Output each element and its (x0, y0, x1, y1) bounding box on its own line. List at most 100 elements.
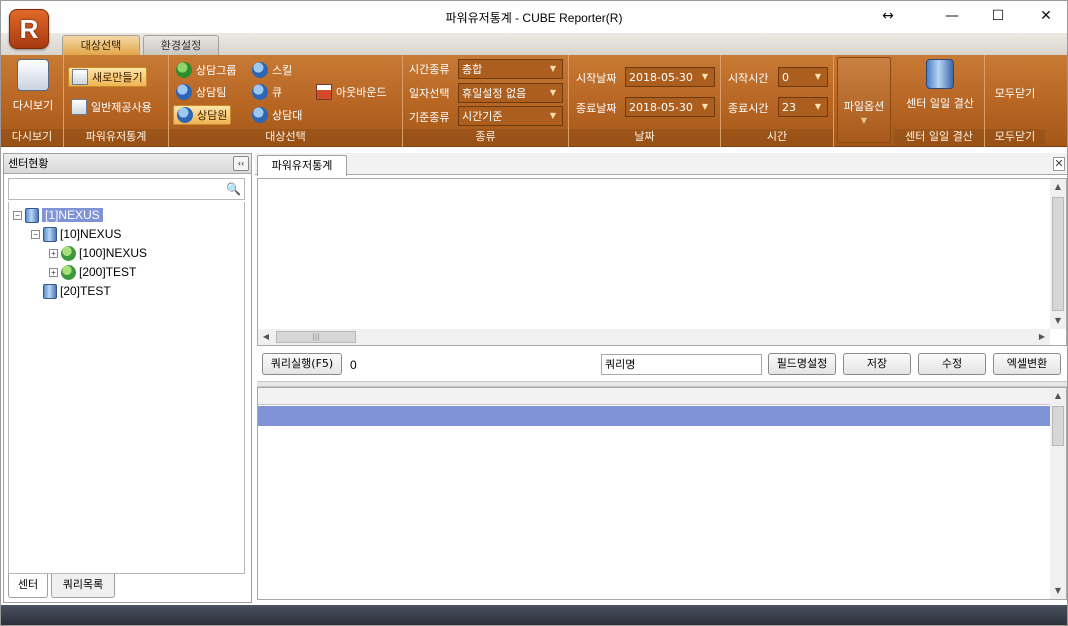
report-magnifier-icon (17, 59, 49, 91)
server-icon (43, 283, 57, 299)
ribbon: 다시보기 다시보기 새로만들기 일반제공사용 파워유저통계 상담그룹 상담팀 상… (1, 55, 1067, 147)
server-icon (25, 207, 39, 223)
query-toolbar: 쿼리실행(F5) 0 쿼리명 필드명설정 저장 수정 엑셀변환 (257, 348, 1067, 380)
time-kind-select[interactable]: 총합 ▼ (458, 59, 563, 79)
expand-toggle[interactable]: + (49, 248, 58, 258)
group-power-user-stats: 새로만들기 일반제공사용 파워유저통계 (64, 55, 169, 147)
scroll-thumb[interactable] (1052, 406, 1064, 446)
target-station-button[interactable]: 상담대 (249, 105, 305, 125)
tree-search-input[interactable]: 🔍 (8, 178, 245, 200)
document-tab-strip: 파워유저통계 ✕ (255, 153, 1067, 176)
tree-node[interactable]: [20]TEST (43, 282, 111, 300)
end-hour-select[interactable]: 23 ▼ (778, 97, 828, 117)
scroll-up-icon[interactable]: ▲ (1050, 388, 1066, 404)
calendar-icon (316, 84, 332, 100)
center-status-panel: 센터현황 ‹‹ 🔍 − [1]NEXUS − [10]NEXUS + [100]… (3, 153, 252, 603)
result-count: 0 (350, 358, 357, 372)
tree-node[interactable]: − [10]NEXUS (31, 225, 121, 243)
expand-toggle[interactable]: + (49, 267, 58, 277)
target-queue-button[interactable]: 큐 (249, 82, 285, 102)
group-view: 다시보기 다시보기 (1, 55, 64, 147)
collapse-toggle[interactable]: − (31, 229, 40, 239)
chevron-down-icon: ▼ (701, 102, 709, 111)
tree-node[interactable]: + [200]TEST (49, 263, 136, 281)
app-logo-icon[interactable]: R (9, 9, 49, 49)
skill-icon (252, 62, 268, 78)
group-icon (61, 245, 76, 261)
base-kind-select[interactable]: 시간기준 ▼ (458, 106, 563, 126)
group-center-daily-settlement: 센터 일일 결산 센터 일일 결산 (894, 55, 985, 147)
target-agent-team-button[interactable]: 상담팀 (173, 82, 229, 102)
result-grid[interactable]: ▲ ▼ ◀ ||| ▶ (257, 178, 1067, 346)
scroll-down-icon[interactable]: ▼ (1050, 313, 1066, 329)
status-bar (1, 605, 1067, 625)
selected-row[interactable] (258, 406, 1050, 426)
tab-power-user-stats[interactable]: 파워유저통계 (257, 155, 347, 176)
new-document-icon (72, 69, 88, 85)
group-target-select: 상담그룹 상담팀 상담원 스킬 큐 상담대 아웃바운드 대상선택 (169, 55, 403, 147)
tab-target-select[interactable]: 대상선택 (62, 35, 140, 55)
start-date-picker[interactable]: 2018-05-30 ▼ (625, 67, 715, 87)
group-close-all: 모두닫기 모두닫기 (985, 55, 1045, 147)
chevron-down-icon: ▼ (549, 64, 557, 73)
group-kind: 시간종류 총합 ▼ 일자선택 휴일설정 없음 ▼ 기준종류 시간기준 ▼ 종류 (403, 55, 569, 147)
tree-node[interactable]: − [1]NEXUS (13, 206, 103, 224)
chevron-down-icon: ▼ (814, 102, 822, 111)
tab-settings[interactable]: 환경설정 (143, 35, 219, 55)
file-options-button[interactable]: 파일옵션 ▼ (837, 57, 891, 143)
excel-export-button[interactable]: 엑셀변환 (993, 353, 1061, 375)
end-date-picker[interactable]: 2018-05-30 ▼ (625, 97, 715, 117)
collapse-panel-button[interactable]: ‹‹ (233, 156, 249, 171)
scroll-left-icon[interactable]: ◀ (258, 329, 274, 345)
query-name-input[interactable]: 쿼리명 (601, 354, 762, 375)
target-skill-button[interactable]: 스킬 (249, 60, 295, 80)
chevron-down-icon: ▼ (701, 72, 709, 81)
minimize-button[interactable]: — (937, 5, 967, 27)
new-query-button[interactable]: 새로만들기 (68, 67, 147, 87)
target-agent-group-button[interactable]: 상담그룹 (173, 60, 239, 80)
scroll-up-icon[interactable]: ▲ (1050, 179, 1066, 195)
search-icon[interactable]: 🔍 (226, 182, 241, 196)
horizontal-scrollbar[interactable]: ◀ ||| ▶ (258, 329, 1050, 345)
maximize-button[interactable]: ☐ (983, 5, 1013, 27)
ribbon-tab-strip: 대상선택 환경설정 (1, 33, 1067, 55)
date-select-select[interactable]: 휴일설정 없음 ▼ (458, 83, 563, 103)
vertical-scrollbar[interactable]: ▲ ▼ (1050, 388, 1066, 599)
queue-icon (252, 84, 268, 100)
close-all-button[interactable]: 모두닫기 (987, 85, 1043, 101)
station-icon (252, 107, 268, 123)
scroll-down-icon[interactable]: ▼ (1050, 583, 1066, 599)
agent-group-icon (176, 62, 192, 78)
reload-button[interactable]: 다시보기 (7, 59, 59, 113)
start-hour-select[interactable]: 0 ▼ (778, 67, 828, 87)
close-button[interactable]: ✕ (1031, 5, 1061, 27)
target-outbound-button[interactable]: 아웃바운드 (313, 82, 390, 102)
server-icon (43, 226, 57, 242)
vertical-scrollbar[interactable]: ▲ ▼ (1050, 179, 1066, 329)
scroll-right-icon[interactable]: ▶ (1034, 329, 1050, 345)
chevron-down-icon: ▼ (860, 116, 868, 125)
close-document-icon[interactable]: ✕ (1053, 157, 1065, 171)
tab-query-list[interactable]: 쿼리목록 (51, 574, 115, 598)
center-daily-settlement-button[interactable]: 센터 일일 결산 (897, 59, 983, 111)
save-button[interactable]: 저장 (843, 353, 911, 375)
center-tree: − [1]NEXUS − [10]NEXUS + [100]NEXUS + [2… (8, 202, 245, 574)
field-name-settings-button[interactable]: 필드명설정 (768, 353, 836, 375)
general-provided-button[interactable]: 일반제공사용 (68, 97, 155, 117)
group-date: 시작날짜 2018-05-30 ▼ 종료날짜 2018-05-30 ▼ 날짜 (569, 55, 721, 147)
edit-button[interactable]: 수정 (918, 353, 986, 375)
scroll-thumb[interactable]: ||| (276, 331, 356, 343)
target-agent-button[interactable]: 상담원 (173, 105, 232, 125)
tab-center[interactable]: 센터 (8, 574, 48, 598)
panel-title: 센터현황 ‹‹ (4, 154, 251, 174)
agent-team-icon (176, 84, 192, 100)
detail-grid[interactable]: ▲ ▼ (257, 387, 1067, 600)
app-window: 파워유저통계 - CUBE Reporter(R) ↔ — ☐ ✕ R 대상선택… (0, 0, 1068, 626)
group-time: 시작시간 0 ▼ 종료시간 23 ▼ 시간 (721, 55, 834, 147)
tree-node[interactable]: + [100]NEXUS (49, 244, 147, 262)
scroll-thumb[interactable] (1052, 197, 1064, 311)
collapse-toggle[interactable]: − (13, 210, 22, 220)
move-icon[interactable]: ↔ (873, 5, 903, 27)
building-icon (926, 59, 954, 89)
run-query-button[interactable]: 쿼리실행(F5) (262, 353, 342, 375)
